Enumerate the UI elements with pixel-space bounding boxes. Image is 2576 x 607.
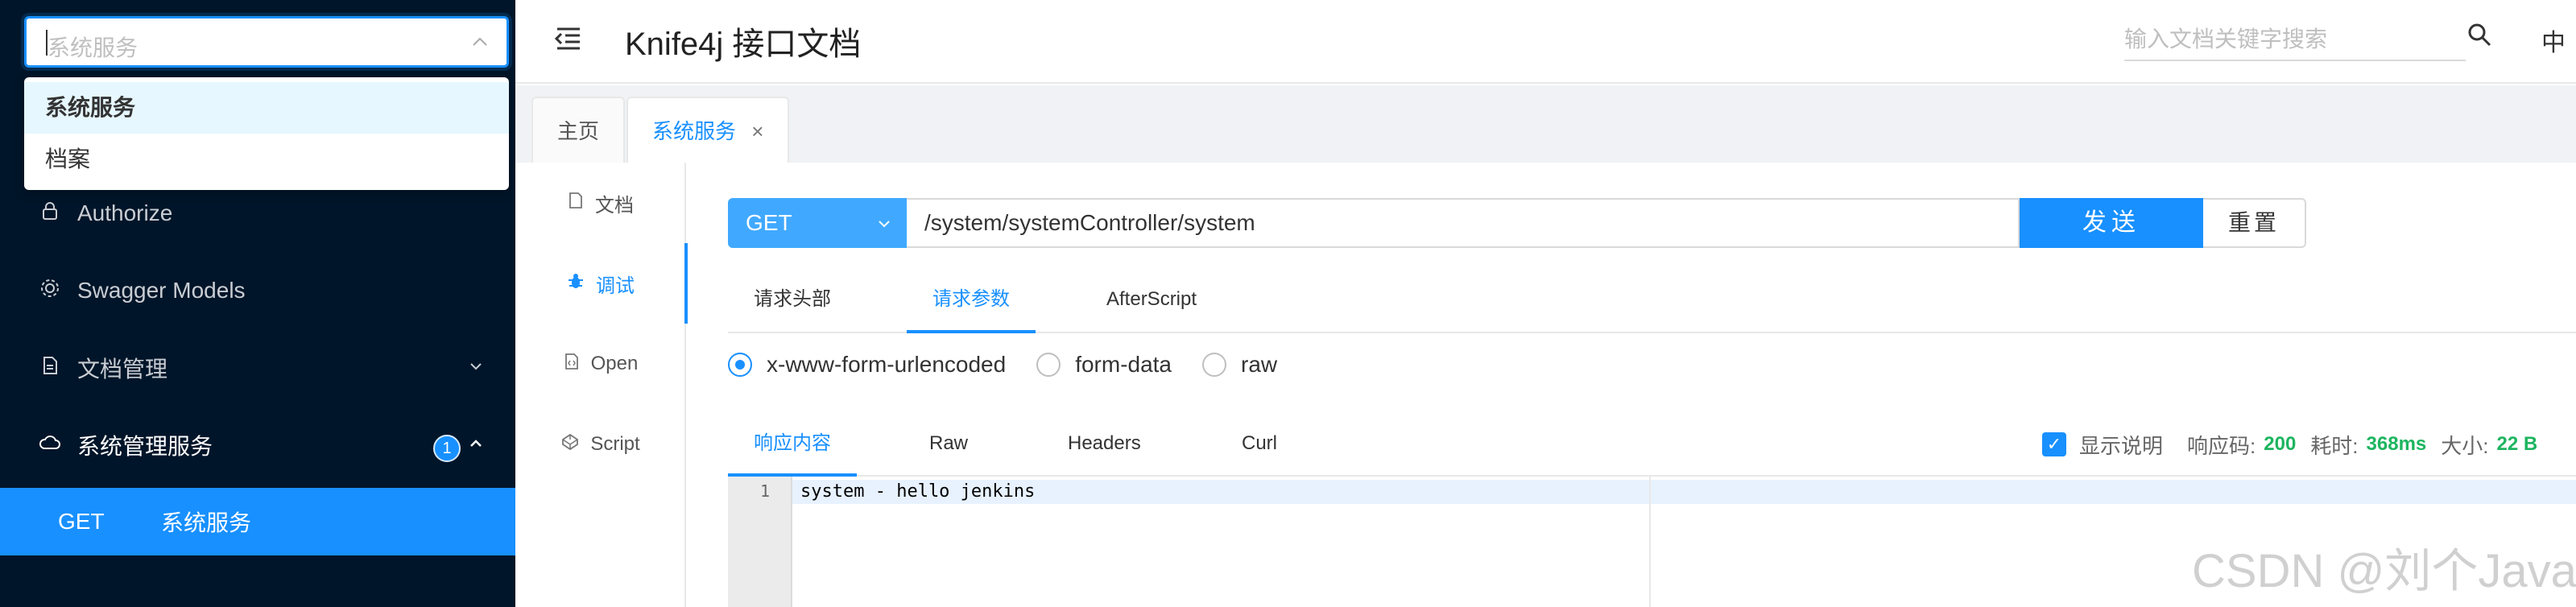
tab-label: 主页	[557, 119, 600, 143]
tab-response-raw[interactable]: Raw	[903, 411, 994, 477]
subnav-debug[interactable]: 调试	[515, 243, 688, 324]
size-value: 22 B	[2496, 433, 2538, 455]
radio-circle	[1202, 353, 1227, 377]
top-header: Knife4j 接口文档 中	[515, 0, 2576, 84]
codepen-icon	[561, 433, 579, 456]
line-number: 1	[759, 481, 770, 501]
radio-label: form-data	[1075, 352, 1172, 377]
chevron-down-icon	[469, 357, 483, 378]
chevron-up-icon	[471, 33, 489, 56]
tab-system-service[interactable]: 系统服务 ×	[626, 97, 790, 166]
send-button[interactable]: 发送	[2020, 198, 2203, 248]
chevron-up-icon	[469, 435, 483, 456]
tab-after-script[interactable]: AfterScript	[1081, 266, 1222, 333]
print-margin	[1649, 477, 1651, 607]
doc-search	[2124, 19, 2466, 61]
doc-search-input[interactable]	[2124, 19, 2466, 60]
cloud-icon	[35, 432, 64, 459]
tab-request-params[interactable]: 请求参数	[907, 266, 1036, 333]
reset-button[interactable]: 重置	[2203, 198, 2306, 248]
sidebar: 系统服务 系统服务 档案 Authorize Swagger Models 文档…	[0, 0, 515, 607]
status-value: 200	[2264, 433, 2297, 455]
api-label: 系统服务	[161, 510, 252, 535]
method-value: GET	[746, 210, 792, 235]
tab-response-headers[interactable]: Headers	[1042, 411, 1167, 477]
time-value: 368ms	[2366, 433, 2427, 455]
menu-item-label: Swagger Models	[77, 278, 246, 303]
tab-home[interactable]: 主页	[531, 97, 626, 164]
document-icon	[35, 355, 64, 382]
http-method-select[interactable]: GET	[728, 198, 907, 248]
response-meta: ✓ 显示说明 响应码: 200 耗时: 368ms 大小: 22 B	[2042, 428, 2552, 460]
radio-urlencoded[interactable]: x-www-form-urlencoded	[728, 352, 1006, 378]
file-icon	[568, 192, 584, 214]
watermark: CSDN @刘个Java	[2192, 545, 2576, 597]
radio-label: raw	[1241, 352, 1278, 377]
status-label: 响应码:	[2187, 433, 2256, 458]
radio-circle	[728, 353, 752, 377]
subnav-script[interactable]: Script	[515, 404, 686, 485]
menu-item-label: Authorize	[77, 200, 173, 225]
service-select[interactable]: 系统服务	[24, 16, 509, 68]
request-tabs: 请求头部 请求参数 AfterScript	[728, 266, 2576, 333]
api-method: GET	[58, 509, 105, 534]
subnav-label: 文档	[595, 194, 634, 217]
menu-item-label: 文档管理	[77, 357, 168, 382]
chevron-down-icon	[876, 198, 892, 248]
time-label: 耗时:	[2310, 433, 2359, 458]
active-line-highlight	[792, 480, 2576, 504]
app-title: Knife4j 接口文档	[625, 27, 862, 62]
code-line: system - hello jenkins	[800, 481, 1036, 502]
subnav-open[interactable]: Open	[515, 324, 686, 404]
page-tabs: 主页 系统服务 ×	[515, 85, 2576, 166]
subnav-label: Script	[590, 433, 640, 455]
size-label: 大小:	[2441, 433, 2489, 458]
service-dropdown: 系统服务 档案	[24, 77, 509, 190]
menu-item-authorize[interactable]: Authorize	[0, 177, 515, 250]
dropdown-option-system-service[interactable]: 系统服务	[24, 82, 509, 134]
radio-circle	[1036, 353, 1061, 377]
menu-item-system-management[interactable]: 系统管理服务 1	[0, 409, 515, 481]
radio-label: x-www-form-urlencoded	[767, 352, 1007, 377]
content-type-group: x-www-form-urlencoded form-data raw	[728, 345, 1308, 385]
bug-icon	[567, 272, 585, 295]
gear-icon	[35, 278, 64, 304]
tab-response-curl[interactable]: Curl	[1216, 411, 1303, 477]
radio-raw[interactable]: raw	[1202, 352, 1277, 378]
language-switch[interactable]: 中	[2541, 23, 2566, 58]
tab-label: 系统服务	[652, 119, 737, 143]
search-icon[interactable]	[2466, 21, 2493, 48]
subnav-label: Open	[590, 353, 639, 374]
menu-item-label: 系统管理服务	[77, 434, 213, 459]
tab-response-content[interactable]: 响应内容	[728, 411, 857, 477]
url-input[interactable]: /system/systemController/system	[907, 198, 2020, 248]
menu-item-doc-management[interactable]: 文档管理	[0, 332, 515, 404]
show-desc-checkbox[interactable]: ✓	[2042, 432, 2066, 456]
menu-fold-icon[interactable]	[552, 23, 585, 55]
tab-request-headers[interactable]: 请求头部	[728, 266, 857, 333]
subnav-doc[interactable]: 文档	[515, 163, 686, 243]
editor-gutter: 1	[728, 477, 792, 607]
subnav-label: 调试	[596, 275, 635, 297]
file-code-icon	[564, 353, 580, 375]
lock-icon	[35, 200, 64, 227]
radio-form-data[interactable]: form-data	[1036, 352, 1172, 378]
close-icon[interactable]: ×	[751, 119, 763, 143]
api-item-system-service[interactable]: GET 系统服务	[0, 488, 515, 555]
menu-item-swagger-models[interactable]: Swagger Models	[0, 254, 515, 327]
service-select-placeholder: 系统服务	[48, 35, 139, 60]
count-badge: 1	[433, 435, 461, 462]
doc-subnav: 文档 调试 Open Script	[515, 163, 688, 607]
show-desc-label: 显示说明	[2079, 433, 2164, 458]
